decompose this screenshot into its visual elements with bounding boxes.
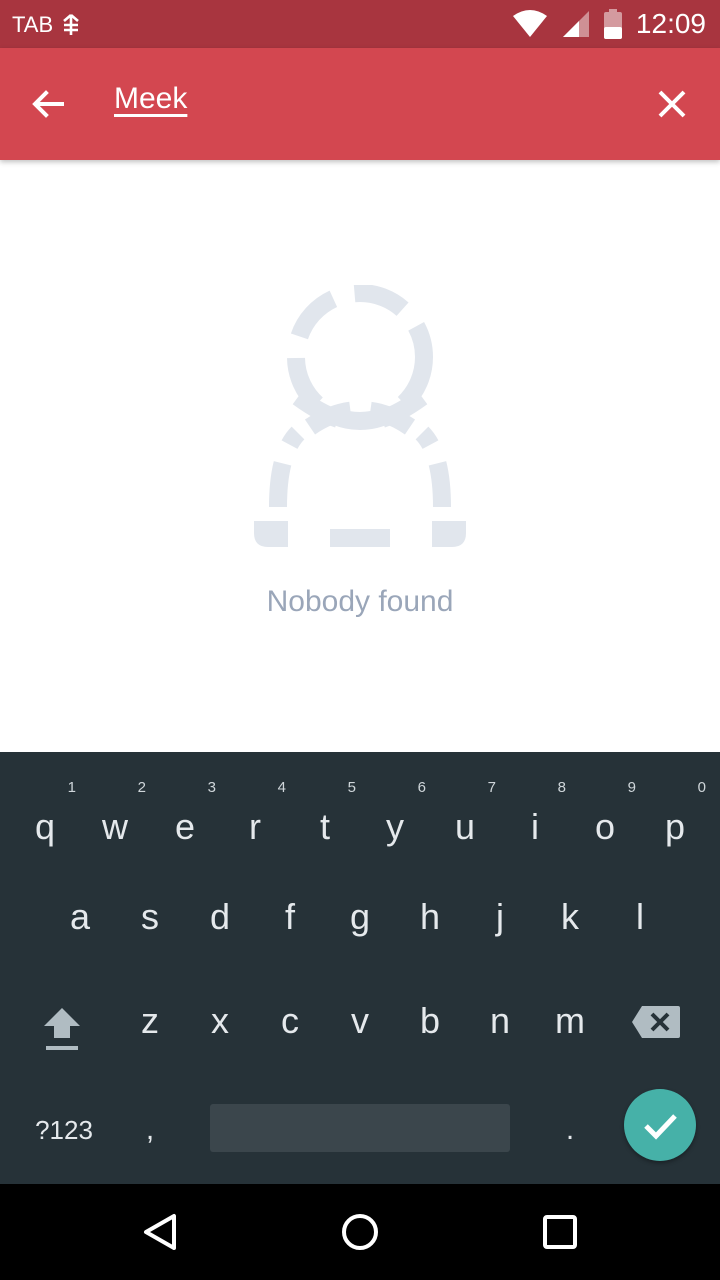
empty-state-message: Nobody found (266, 585, 454, 618)
arrow-left-icon[interactable] (24, 80, 72, 128)
nav-home-icon[interactable] (340, 1212, 380, 1252)
key-label: w (102, 806, 128, 847)
backspace-icon[interactable] (630, 1004, 682, 1040)
key-l[interactable]: l (605, 872, 675, 962)
symbols-key[interactable]: ?123 (22, 1100, 106, 1160)
search-app-bar: Meek (0, 48, 720, 160)
key-hint: 0 (697, 779, 706, 796)
carrier-label: TAB (12, 12, 54, 37)
nav-back-icon[interactable] (140, 1212, 180, 1252)
key-a[interactable]: a (45, 872, 115, 962)
key-label: r (249, 806, 261, 847)
key-i[interactable]: i8 (500, 779, 570, 872)
key-hint: 9 (627, 779, 636, 796)
key-r[interactable]: r4 (220, 779, 290, 872)
key-e[interactable]: e3 (150, 779, 220, 872)
key-hint: 4 (277, 779, 286, 796)
key-s[interactable]: s (115, 872, 185, 962)
key-t[interactable]: t5 (290, 779, 360, 872)
key-label: y (386, 806, 404, 847)
key-y[interactable]: y6 (360, 779, 430, 872)
key-u[interactable]: u7 (430, 779, 500, 872)
key-c[interactable]: c (255, 976, 325, 1066)
key-q[interactable]: q1 (10, 779, 80, 872)
key-j[interactable]: j (465, 872, 535, 962)
key-d[interactable]: d (185, 872, 255, 962)
nav-recents-icon[interactable] (540, 1212, 580, 1252)
key-v[interactable]: v (325, 976, 395, 1066)
close-icon[interactable] (648, 80, 696, 128)
person-dashed-icon (254, 285, 466, 547)
key-z[interactable]: z (115, 976, 185, 1066)
key-label: q (34, 806, 56, 847)
spacebar[interactable] (210, 1104, 510, 1152)
key-label: i (531, 806, 539, 847)
period-key[interactable]: . (540, 1100, 600, 1160)
key-x[interactable]: x (185, 976, 255, 1066)
key-k[interactable]: k (535, 872, 605, 962)
key-hint: 3 (207, 779, 216, 796)
key-label: p (664, 806, 686, 847)
cell-signal-icon (562, 11, 589, 37)
key-w[interactable]: w2 (80, 779, 150, 872)
search-input[interactable]: Meek (114, 82, 187, 116)
battery-icon (603, 9, 622, 39)
wifi-icon (512, 10, 547, 37)
key-hint: 7 (487, 779, 496, 796)
key-label: u (454, 806, 476, 847)
soft-keyboard: q1 w2 e3 r4 t5 y6 u7 i8 o9 p0 a s d f g … (0, 752, 720, 1184)
clock: 12:09 (635, 8, 706, 39)
key-label: e (174, 806, 196, 847)
key-f[interactable]: f (255, 872, 325, 962)
key-hint: 6 (417, 779, 426, 796)
checkmark-icon (644, 1114, 677, 1140)
shift-icon[interactable] (40, 1004, 84, 1052)
key-h[interactable]: h (395, 872, 465, 962)
key-m[interactable]: m (535, 976, 605, 1066)
key-g[interactable]: g (325, 872, 395, 962)
enter-key[interactable] (624, 1089, 696, 1161)
key-label: t (319, 806, 330, 847)
key-p[interactable]: p0 (640, 779, 710, 872)
key-hint: 1 (67, 779, 76, 796)
key-hint: 5 (347, 779, 356, 796)
system-nav-bar (0, 1184, 720, 1280)
key-n[interactable]: n (465, 976, 535, 1066)
comma-key[interactable]: , (120, 1100, 180, 1160)
key-o[interactable]: o9 (570, 779, 640, 872)
key-label: o (594, 806, 616, 847)
status-bar: TAB 12:09 (0, 0, 720, 48)
key-hint: 8 (557, 779, 566, 796)
status-left: TAB (12, 12, 81, 38)
status-right: 12:09 (512, 8, 706, 40)
key-hint: 2 (137, 779, 146, 796)
key-b[interactable]: b (395, 976, 465, 1066)
signal-extra-icon (63, 14, 80, 35)
